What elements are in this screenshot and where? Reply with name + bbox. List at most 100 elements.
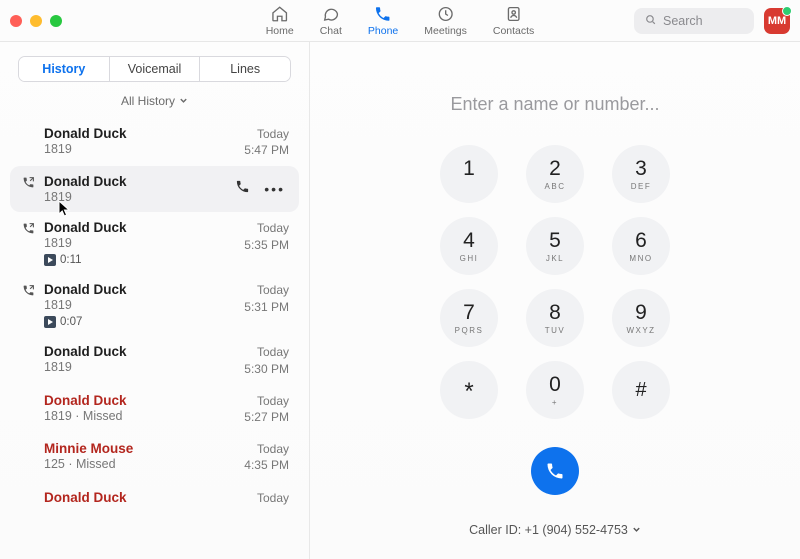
caller-name: Donald Duck — [44, 126, 223, 141]
tab-voicemail[interactable]: Voicemail — [109, 57, 200, 81]
chat-icon — [322, 5, 340, 23]
phone-icon — [374, 5, 392, 23]
dialpad-digit: 1 — [463, 158, 475, 179]
dialpad-digit: 9 — [635, 302, 647, 323]
nav-phone-label: Phone — [368, 25, 398, 37]
search-input[interactable]: Search — [634, 8, 754, 34]
search-icon — [644, 13, 657, 29]
dialpad-key-7[interactable]: 7 PQRS — [440, 289, 498, 347]
voicemail-indicator[interactable]: 0:07 — [44, 316, 223, 328]
dialpad-letters: DEF — [631, 182, 652, 191]
search-placeholder: Search — [663, 14, 703, 28]
dialpad-digit: 4 — [463, 230, 475, 251]
caller-extension: 1819 — [44, 298, 223, 312]
call-timestamp: Today5:35 PM — [231, 220, 289, 266]
dialpad-digit: * — [464, 380, 473, 404]
fullscreen-window-button[interactable] — [50, 15, 62, 27]
call-meta: Donald Duck1819 — [44, 174, 227, 204]
nav-chat-label: Chat — [320, 25, 342, 37]
tab-history[interactable]: History — [19, 57, 109, 81]
call-history-row[interactable]: Donald Duck Today — [10, 482, 299, 514]
call-timestamp: Today5:27 PM — [231, 393, 289, 425]
caller-extension: 1819 — [44, 236, 223, 250]
more-actions-button[interactable]: ••• — [264, 182, 285, 196]
call-history-row[interactable]: Donald Duck1819 Today5:30 PM — [10, 336, 299, 384]
callback-button[interactable] — [235, 179, 250, 199]
call-timestamp: Today5:47 PM — [231, 126, 289, 158]
dialpad-key-8[interactable]: 8TUV — [526, 289, 584, 347]
profile-avatar[interactable]: MM — [764, 8, 790, 34]
history-filter[interactable]: All History — [0, 88, 309, 118]
titlebar: Home Chat Phone Meetings Contacts S — [0, 0, 800, 42]
dialpad-digit: 0 — [549, 374, 561, 395]
call-meta: Donald Duck1819 — [44, 126, 223, 158]
call-history-row[interactable]: Donald Duck1819 · MissedToday5:27 PM — [10, 385, 299, 433]
dialpad-digit: 8 — [549, 302, 561, 323]
dialpad-letters: ABC — [545, 182, 566, 191]
call-meta: Donald Duck1819 0:11 — [44, 220, 223, 266]
play-icon — [44, 254, 56, 266]
call-meta: Donald Duck1819 · Missed — [44, 393, 223, 425]
call-timestamp: Today — [231, 490, 289, 506]
caller-extension: 125 · Missed — [44, 457, 223, 471]
dialpad-key-2[interactable]: 2 ABC — [526, 145, 584, 203]
dialpad-key-5[interactable]: 5JKL — [526, 217, 584, 275]
caller-extension: 1819 · Missed — [44, 409, 223, 423]
dial-input[interactable] — [425, 94, 685, 115]
dialpad-key-4[interactable]: 4 GHI — [440, 217, 498, 275]
dialpad-letters: PQRS — [455, 326, 484, 335]
caller-name: Donald Duck — [44, 220, 223, 235]
dialpad-key-0[interactable]: 0+ — [526, 361, 584, 419]
dialpad-letters: GHI — [460, 254, 479, 263]
caller-name: Donald Duck — [44, 344, 223, 359]
dialpad-digit: 7 — [463, 302, 475, 323]
call-meta: Minnie Mouse125 · Missed — [44, 441, 223, 473]
nav-contacts-label: Contacts — [493, 25, 534, 37]
dialpad-letters: MNO — [629, 254, 652, 263]
call-history-row[interactable]: Donald Duck18190:07Today5:31 PM — [10, 274, 299, 336]
dialpad-key-9[interactable]: 9 WXYZ — [612, 289, 670, 347]
play-icon — [44, 316, 56, 328]
caller-name: Donald Duck — [44, 490, 223, 505]
dialpad-key-hash[interactable]: # — [612, 361, 670, 419]
dialpad-digit: 2 — [549, 158, 561, 179]
call-history-row[interactable]: Donald Duck1819 ••• — [10, 166, 299, 212]
minimize-window-button[interactable] — [30, 15, 42, 27]
home-icon — [271, 5, 289, 23]
call-history-list[interactable]: Donald Duck1819Today5:47 PMDonald Duck18… — [0, 118, 309, 559]
call-history-row[interactable]: Donald Duck1819Today5:47 PM — [10, 118, 299, 166]
phone-tabs: History Voicemail Lines — [18, 56, 291, 82]
dialpad-letters: WXYZ — [626, 326, 655, 335]
close-window-button[interactable] — [10, 15, 22, 27]
chevron-down-icon — [632, 523, 641, 537]
nav-chat[interactable]: Chat — [320, 5, 342, 37]
call-history-row[interactable]: Donald Duck1819 0:11 Today5:35 PM — [10, 212, 299, 274]
caller-extension: 1819 — [44, 190, 227, 204]
nav-phone[interactable]: Phone — [368, 5, 398, 37]
dialpad-key-3[interactable]: 3DEF — [612, 145, 670, 203]
nav-home[interactable]: Home — [266, 5, 294, 37]
dialpad-key-star[interactable]: * — [440, 361, 498, 419]
contacts-icon — [505, 5, 523, 23]
dialpad-key-1[interactable]: 1 — [440, 145, 498, 203]
nav-meetings-label: Meetings — [424, 25, 467, 37]
call-timestamp: Today5:30 PM — [231, 344, 289, 376]
caller-id-label: Caller ID: +1 (904) 552-4753 — [469, 523, 628, 537]
call-status-spacer — [20, 490, 36, 506]
voicemail-indicator[interactable]: 0:11 — [44, 254, 223, 266]
tab-lines[interactable]: Lines — [199, 57, 290, 81]
caller-id-selector[interactable]: Caller ID: +1 (904) 552-4753 — [469, 523, 641, 537]
call-history-row[interactable]: Minnie Mouse125 · MissedToday4:35 PM — [10, 433, 299, 481]
dialpad-key-6[interactable]: 6MNO — [612, 217, 670, 275]
nav-meetings[interactable]: Meetings — [424, 5, 467, 37]
nav-contacts[interactable]: Contacts — [493, 5, 534, 37]
dialpad-digit: 5 — [549, 230, 561, 251]
dialpad-letters: + — [552, 398, 558, 407]
phone-sidebar: History Voicemail Lines All History Dona… — [0, 42, 310, 559]
caller-extension: 1819 — [44, 360, 223, 374]
call-status-spacer — [20, 441, 36, 473]
dialer-pane: 12ABC3DEF4GHI5JKL6MNO7PQRS8TUV9WXYZ*0+# … — [310, 42, 800, 559]
dialpad-digit: # — [635, 380, 646, 400]
call-button[interactable] — [531, 447, 579, 495]
caller-extension: 1819 — [44, 142, 223, 156]
